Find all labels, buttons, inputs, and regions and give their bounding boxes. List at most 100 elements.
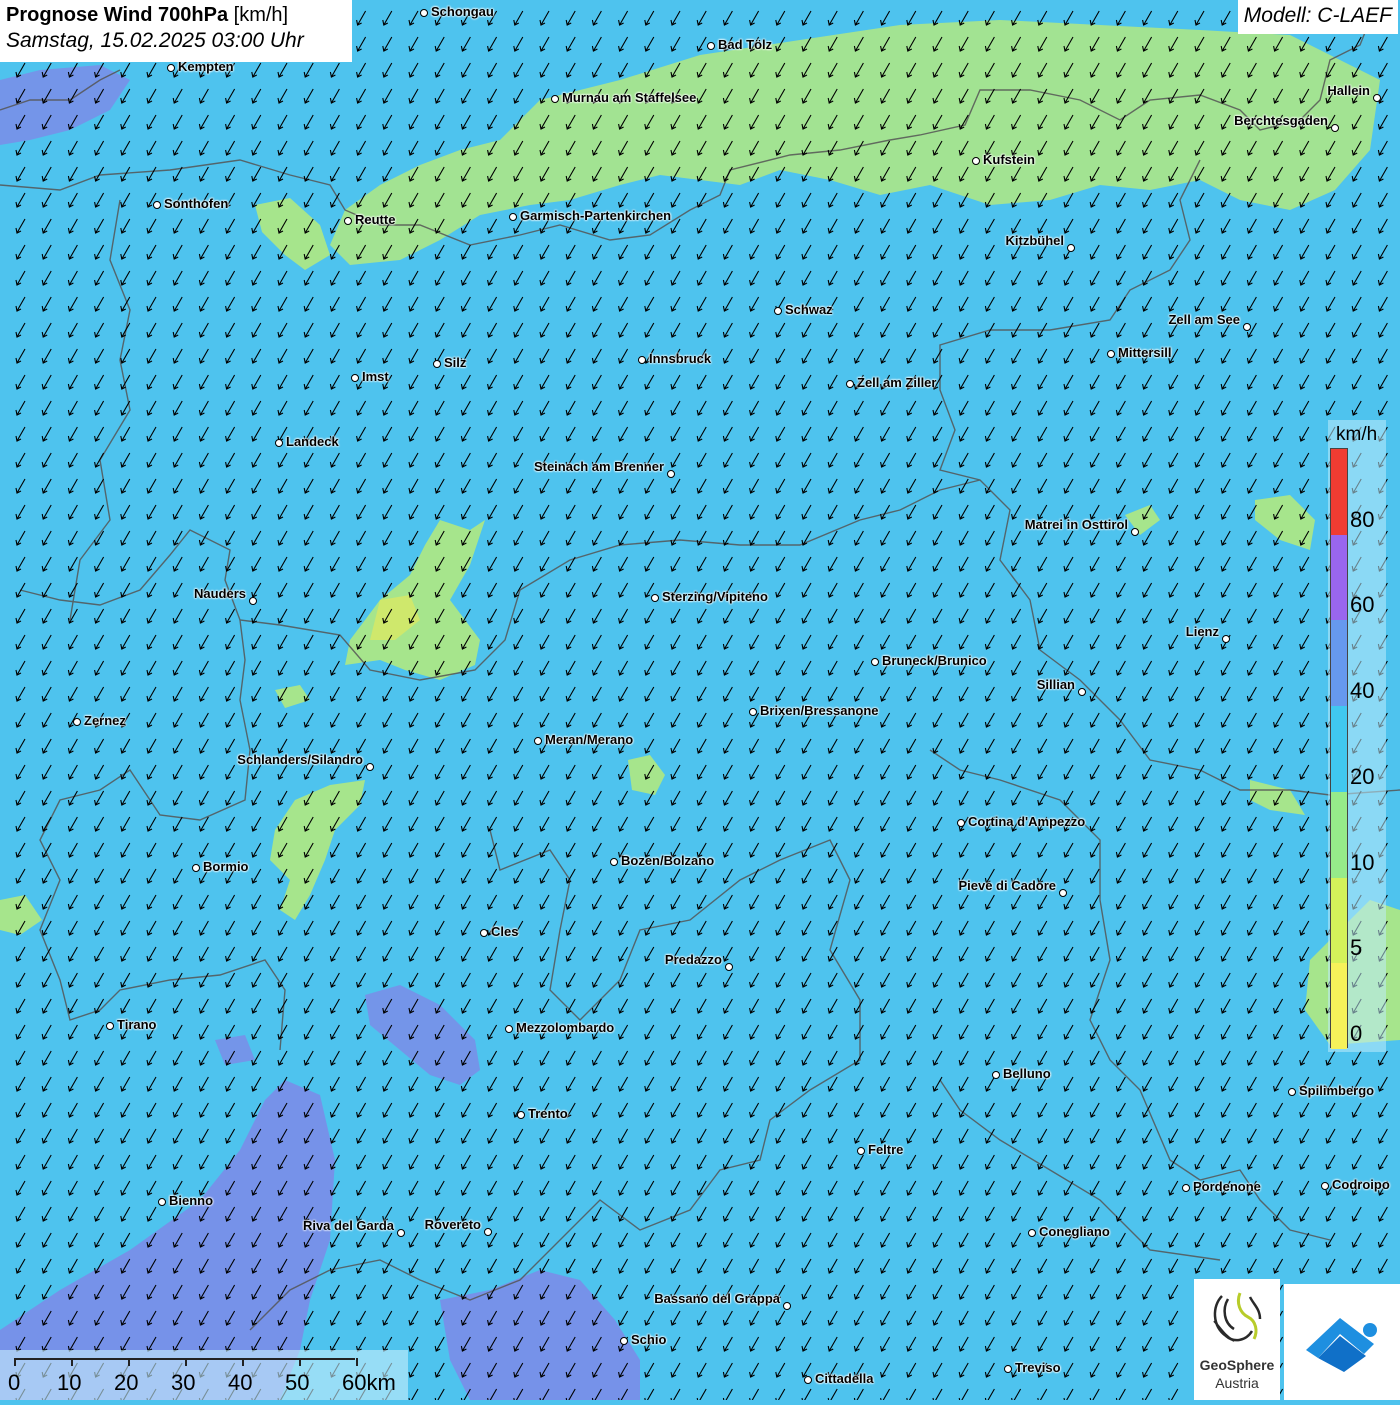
- city-dot: [620, 1337, 628, 1345]
- city-label: Bormio: [203, 859, 249, 874]
- city-dot: [505, 1025, 513, 1033]
- city-dot: [484, 1228, 492, 1236]
- city-dot: [957, 819, 965, 827]
- city-dot: [972, 157, 980, 165]
- title-unit: [km/h]: [233, 4, 289, 26]
- city-label: Schio: [631, 1332, 667, 1347]
- legend-color-bar: [1330, 448, 1348, 1049]
- city-dot: [366, 763, 374, 771]
- legend-label: 40: [1350, 678, 1375, 704]
- city-label: Tirano: [117, 1017, 157, 1032]
- city-dot: [725, 963, 733, 971]
- city-label: Brixen/Bressanone: [760, 703, 879, 718]
- title-box: Prognose Wind 700hPa [km/h] Samstag, 15.…: [0, 0, 352, 62]
- city-label: Treviso: [1015, 1360, 1061, 1375]
- city-dot: [1059, 889, 1067, 897]
- city-label: Belluno: [1003, 1066, 1051, 1081]
- city-dot: [509, 213, 517, 221]
- legend-segment: [1331, 620, 1347, 707]
- city-label: Berchtesgaden: [1234, 113, 1328, 128]
- city-label: Murnau am Staffelsee: [562, 90, 697, 105]
- model-label: Modell: C-LAEF: [1237, 0, 1398, 34]
- scale-tick: [299, 1358, 301, 1366]
- city-dot: [651, 594, 659, 602]
- title-main: Prognose Wind 700hPa: [6, 4, 229, 26]
- city-dot: [1107, 350, 1115, 358]
- city-label: Conegliano: [1039, 1224, 1110, 1239]
- city-label: Bienno: [169, 1193, 214, 1208]
- scale-bar: 0 10 20 30 40 50 60km: [0, 1350, 408, 1400]
- city-dot: [1004, 1365, 1012, 1373]
- city-dot: [638, 356, 646, 364]
- city-label: Sonthofen: [164, 196, 229, 211]
- city-label: Innsbruck: [649, 351, 712, 366]
- legend-unit: km/h: [1336, 424, 1378, 445]
- city-label: Zernez: [84, 713, 126, 728]
- city-dot: [534, 737, 542, 745]
- city-label: Meran/Merano: [545, 732, 634, 747]
- legend-segment: [1331, 534, 1347, 621]
- city-label: Hallein: [1327, 83, 1370, 98]
- city-dot: [275, 439, 283, 447]
- city-dot: [992, 1071, 1000, 1079]
- scale-label: 0: [8, 1370, 21, 1395]
- city-dot: [517, 1111, 525, 1119]
- city-dot: [1321, 1182, 1329, 1190]
- city-label: Codroipo: [1332, 1177, 1390, 1192]
- city-label: Sillian: [1036, 677, 1075, 692]
- legend-label: 60: [1350, 592, 1375, 618]
- city-dot: [1078, 688, 1086, 696]
- city-dot: [1131, 528, 1139, 536]
- city-dot: [73, 718, 81, 726]
- city-label: Cortina d'Ampezzo: [968, 814, 1086, 829]
- city-label: Rovereto: [424, 1217, 481, 1232]
- city-label: Imst: [362, 369, 389, 384]
- legend-label: 20: [1350, 763, 1375, 789]
- legend-segment: [1331, 706, 1347, 792]
- city-dot: [433, 360, 441, 368]
- city-dot: [707, 42, 715, 50]
- scale-tick: [242, 1358, 244, 1366]
- scale-tick: [14, 1358, 16, 1366]
- city-dot: [420, 9, 428, 17]
- legend-label: 10: [1350, 849, 1375, 875]
- city-dot: [551, 95, 559, 103]
- city-dot: [1243, 323, 1251, 331]
- city-dot: [804, 1376, 812, 1384]
- city-label: Bad Tölz: [718, 37, 773, 52]
- city-dot: [1288, 1088, 1296, 1096]
- city-dot: [1182, 1184, 1190, 1192]
- city-dot: [871, 658, 879, 666]
- city-dot: [106, 1022, 114, 1030]
- city-label: Trento: [528, 1106, 568, 1121]
- city-label: Bozen/Bolzano: [621, 853, 715, 868]
- city-label: Lienz: [1185, 624, 1219, 639]
- city-label: Cles: [491, 924, 519, 939]
- city-dot: [774, 307, 782, 315]
- legend-segment: [1331, 449, 1347, 535]
- city-dot: [610, 858, 618, 866]
- legend-label: 0: [1350, 1021, 1363, 1046]
- city-dot: [749, 708, 757, 716]
- city-label: Feltre: [868, 1142, 904, 1157]
- city-dot: [846, 380, 854, 388]
- city-label: Predazzo: [664, 952, 722, 967]
- city-label: Sterzing/Vipiteno: [662, 589, 768, 604]
- city-dot: [249, 597, 257, 605]
- legend-segment: [1331, 877, 1347, 964]
- city-dot: [667, 470, 675, 478]
- app-logo: [1284, 1284, 1400, 1400]
- scale-label: 30: [171, 1370, 196, 1395]
- scale-label: 40: [228, 1370, 253, 1395]
- city-label: Mittersill: [1118, 345, 1172, 360]
- city-label: Matrei in Osttirol: [1024, 517, 1128, 532]
- city-label: Pordenone: [1193, 1179, 1261, 1194]
- geosphere-logo: GeoSphere Austria: [1194, 1279, 1280, 1400]
- title: Prognose Wind 700hPa [km/h]: [6, 4, 346, 27]
- city-label: Kufstein: [983, 152, 1035, 167]
- city-dot: [192, 864, 200, 872]
- city-dot: [397, 1229, 405, 1237]
- city-label: Steinach am Brenner: [533, 459, 664, 474]
- city-label: Silz: [444, 355, 467, 370]
- city-label: Kitzbühel: [1005, 233, 1065, 248]
